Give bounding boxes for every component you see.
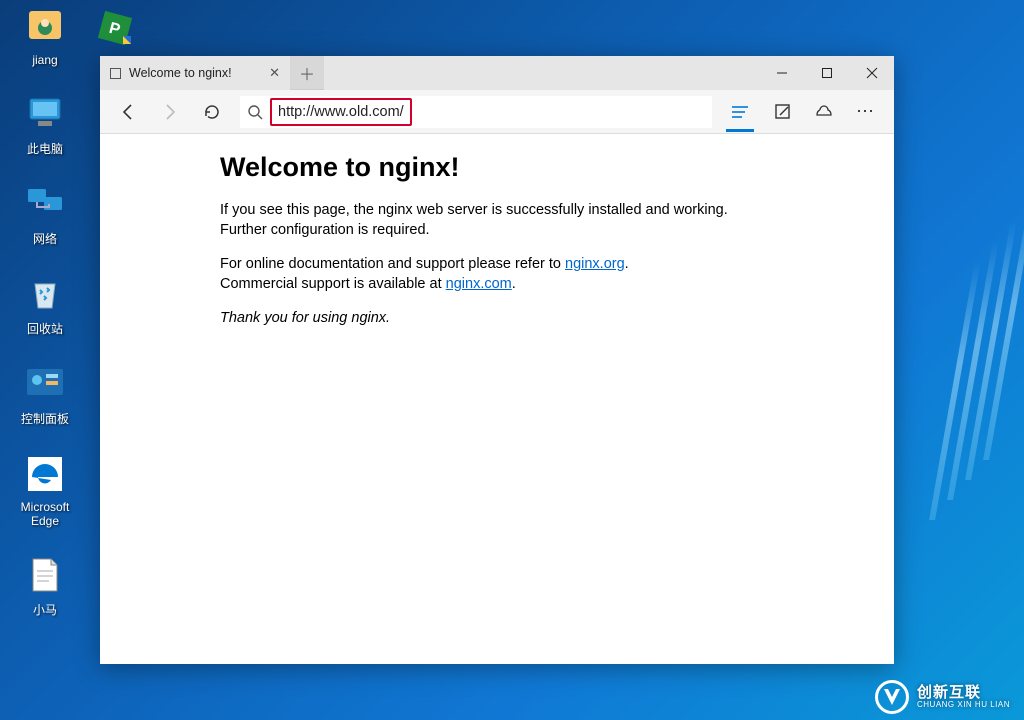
browser-toolbar: http://www.old.com/ ⋯: [100, 90, 894, 134]
icon-label: 此电脑: [27, 140, 63, 157]
address-text: http://www.old.com/: [278, 104, 404, 120]
reading-view-button[interactable]: [720, 92, 760, 132]
icon-label: 小马: [33, 601, 57, 618]
page-paragraph-2: For online documentation and support ple…: [220, 255, 774, 294]
address-bar[interactable]: http://www.old.com/: [240, 96, 712, 128]
link-nginx-org[interactable]: nginx.org: [565, 256, 625, 272]
page-paragraph-1: If you see this page, the nginx web serv…: [220, 201, 774, 240]
titlebar-drag-area[interactable]: [324, 56, 759, 90]
desktop-icon-this-pc[interactable]: 此电脑: [10, 92, 80, 157]
window-maximize-button[interactable]: [804, 56, 849, 90]
icon-label: 网络: [33, 230, 57, 247]
icon-label: Microsoft Edge: [10, 500, 80, 528]
browser-titlebar[interactable]: Welcome to nginx! ✕ ＋: [100, 56, 894, 90]
network-icon: [23, 182, 67, 226]
desktop-icon-edge[interactable]: Microsoft Edge: [10, 452, 80, 528]
page-heading: Welcome to nginx!: [220, 152, 774, 183]
desktop-icon-text-file[interactable]: 小马: [10, 553, 80, 618]
desktop-icon-network[interactable]: 网络: [10, 182, 80, 247]
text-file-icon: [23, 553, 67, 597]
notes-button[interactable]: [762, 92, 802, 132]
edge-icon: [23, 452, 67, 496]
window-controls: [759, 56, 894, 90]
desktop-icon-control-panel[interactable]: 控制面板: [10, 362, 80, 427]
browser-tab-active[interactable]: Welcome to nginx! ✕: [100, 56, 290, 90]
tab-close-button[interactable]: ✕: [269, 65, 280, 81]
page-icon: [110, 68, 121, 79]
search-icon: [240, 104, 270, 120]
nav-refresh-button[interactable]: [192, 92, 232, 132]
edge-browser-window: Welcome to nginx! ✕ ＋: [100, 56, 894, 664]
watermark-text: 创新互联 CHUANG XIN HU LIAN: [917, 685, 1010, 709]
icon-label: 控制面板: [21, 410, 69, 427]
window-minimize-button[interactable]: [759, 56, 804, 90]
desktop-icons-column: jiang 此电脑 网络 回收站: [10, 5, 80, 643]
more-icon: ⋯: [856, 101, 876, 122]
window-close-button[interactable]: [849, 56, 894, 90]
nav-forward-button[interactable]: [150, 92, 190, 132]
more-menu-button[interactable]: ⋯: [846, 92, 886, 132]
watermark-logo: [875, 680, 909, 714]
address-highlight-box: http://www.old.com/: [270, 98, 412, 126]
desktop-icon-user[interactable]: jiang: [10, 5, 80, 67]
icon-label: 回收站: [27, 320, 63, 337]
page-content: Welcome to nginx! If you see this page, …: [100, 134, 894, 664]
page-thanks: Thank you for using nginx.: [220, 309, 774, 329]
share-button[interactable]: [804, 92, 844, 132]
this-pc-icon: [23, 92, 67, 136]
new-tab-button[interactable]: ＋: [290, 56, 324, 90]
icon-label: jiang: [32, 53, 57, 67]
nav-back-button[interactable]: [108, 92, 148, 132]
link-nginx-com[interactable]: nginx.com: [446, 276, 512, 292]
desktop-icon-project[interactable]: P: [95, 8, 145, 58]
control-panel-icon: [23, 362, 67, 406]
user-icon: [23, 5, 67, 49]
tab-title: Welcome to nginx!: [129, 66, 232, 80]
desktop-icon-recycle-bin[interactable]: 回收站: [10, 272, 80, 337]
recycle-bin-icon: [23, 272, 67, 316]
watermark: 创新互联 CHUANG XIN HU LIAN: [875, 680, 1010, 714]
